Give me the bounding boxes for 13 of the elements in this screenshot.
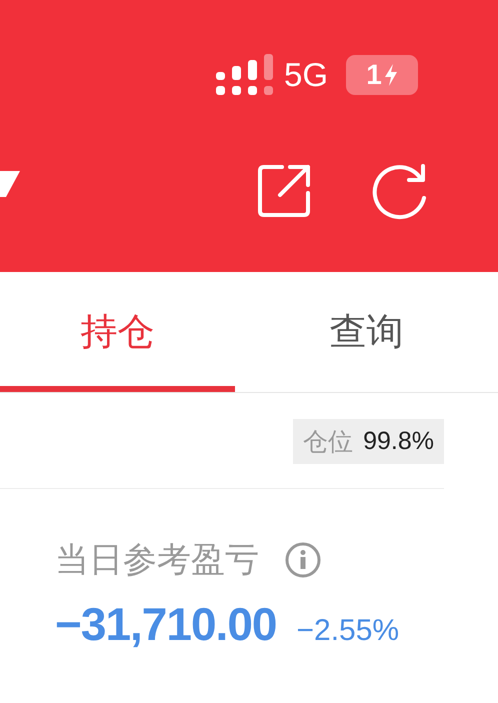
- tab[interactable]: 持仓: [0, 272, 235, 392]
- pnl-percent: −2.55%: [296, 614, 400, 648]
- battery-icon: 1: [346, 55, 418, 95]
- position-value: 99.8%: [363, 427, 434, 456]
- pnl-amount: −31,710.00: [55, 597, 277, 651]
- share-icon[interactable]: [256, 163, 312, 219]
- tab[interactable]: 查询: [235, 272, 498, 392]
- position-label: 仓位: [303, 426, 354, 458]
- signal-icon: [216, 54, 274, 96]
- info-icon[interactable]: [285, 542, 321, 578]
- network-label: 5G: [284, 56, 328, 94]
- dropdown-caret-icon[interactable]: [0, 171, 20, 197]
- pnl-label: 当日参考盈亏: [55, 539, 259, 582]
